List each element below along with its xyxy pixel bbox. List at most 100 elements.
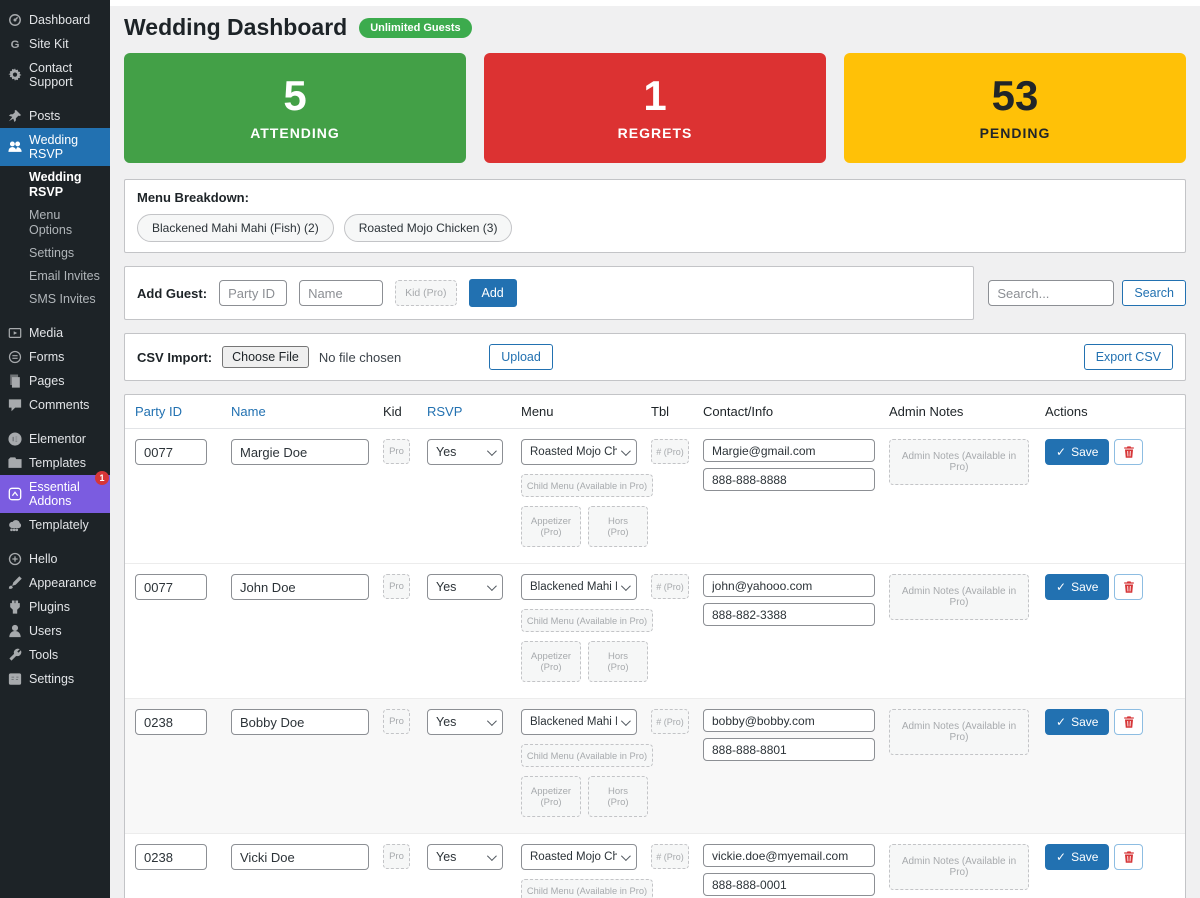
save-button[interactable]: ✓ Save (1045, 439, 1110, 465)
page: Dashboard G Site Kit Contact Support Posts We… (0, 0, 1200, 898)
menu-value: Blackened Mahi Mahi (Fish) (530, 581, 617, 593)
header-party-id[interactable]: Party ID (135, 404, 231, 419)
license-badge: Unlimited Guests (359, 17, 472, 38)
row-name-input[interactable] (231, 574, 369, 600)
delete-button[interactable] (1114, 844, 1144, 870)
rsvp-select[interactable]: Yes (427, 439, 503, 465)
row-name-input[interactable] (231, 709, 369, 735)
tools-icon (7, 648, 22, 662)
row-phone-input[interactable] (703, 738, 875, 761)
sidebar-item-posts[interactable]: Posts (0, 104, 110, 128)
row-name-input[interactable] (231, 844, 369, 870)
sidebar-item-dashboard[interactable]: Dashboard (0, 8, 110, 32)
kid-pro-pill: Pro (383, 574, 410, 599)
media-icon (7, 326, 22, 340)
rsvp-select[interactable]: Yes (427, 709, 503, 735)
sidebar-subitem-wedding-rsvp[interactable]: Wedding RSVP (0, 166, 110, 204)
guest-name-input[interactable] (299, 280, 384, 306)
pages-icon (7, 374, 22, 388)
menu-pill-chicken[interactable]: Roasted Mojo Chicken (3) (343, 214, 513, 242)
delete-button[interactable] (1114, 439, 1144, 465)
save-label: Save (1071, 445, 1099, 459)
appetizer-pro-button: Appetizer (Pro) (521, 776, 581, 817)
add-guest-row: Add Guest: Kid (Pro) Add Search (124, 266, 1186, 320)
row-email-input[interactable] (703, 439, 875, 462)
sidebar-item-forms[interactable]: Forms (0, 345, 110, 369)
sidebar-item-users[interactable]: Users (0, 619, 110, 643)
party-id-input[interactable] (219, 280, 288, 306)
sidebar-item-wedding-rsvp[interactable]: Wedding RSVP (0, 128, 110, 166)
menu-select[interactable]: Blackened Mahi Mahi (Fish) (521, 574, 637, 600)
sidebar-item-label: Comments (29, 398, 90, 412)
header-kid: Kid (383, 404, 402, 419)
row-name-input[interactable] (231, 439, 369, 465)
row-party-id-input[interactable] (135, 844, 207, 870)
sidebar-item-appearance[interactable]: Appearance (0, 571, 110, 595)
top-strip (110, 0, 1200, 6)
admin-notes-pro-box: Admin Notes (Available in Pro) (889, 844, 1029, 890)
sidebar-item-templately[interactable]: Templately (0, 513, 110, 537)
admin-notes-pro-box: Admin Notes (Available in Pro) (889, 709, 1029, 755)
sidebar-item-settings[interactable]: Settings (0, 667, 110, 691)
appetizer-pro-button: Appetizer (Pro) (521, 506, 581, 547)
row-party-id-input[interactable] (135, 439, 207, 465)
row-party-id-input[interactable] (135, 709, 207, 735)
sidebar-item-site-kit[interactable]: G Site Kit (0, 32, 110, 56)
export-csv-button[interactable]: Export CSV (1083, 344, 1173, 370)
sidebar-menu: Dashboard G Site Kit Contact Support Posts We… (0, 0, 110, 898)
templately-icon (7, 518, 22, 532)
sidebar-item-comments[interactable]: Comments (0, 393, 110, 417)
menu-pill-mahi[interactable]: Blackened Mahi Mahi (Fish) (2) (137, 214, 334, 242)
menu-select[interactable]: Roasted Mojo Chicken (521, 844, 637, 870)
upload-button[interactable]: Upload (489, 344, 553, 370)
menu-select[interactable]: Blackened Mahi Mahi (Fish) (521, 709, 637, 735)
sidebar-subitem-email-invites[interactable]: Email Invites (0, 265, 110, 288)
rsvp-select[interactable]: Yes (427, 574, 503, 600)
sidebar-item-label: Site Kit (29, 37, 69, 51)
row-phone-input[interactable] (703, 603, 875, 626)
sidebar-item-label: Plugins (29, 600, 70, 614)
delete-button[interactable] (1114, 709, 1144, 735)
row-phone-input[interactable] (703, 873, 875, 896)
save-button[interactable]: ✓ Save (1045, 844, 1110, 870)
sidebar-subitem-settings[interactable]: Settings (0, 242, 110, 265)
sidebar-item-contact-support[interactable]: Contact Support (0, 56, 110, 94)
rsvp-value: Yes (436, 445, 457, 459)
appetizer-pro-button: Appetizer (Pro) (521, 641, 581, 682)
menu-breakdown-pills: Blackened Mahi Mahi (Fish) (2) Roasted M… (137, 214, 1173, 242)
sidebar-subitem-sms-invites[interactable]: SMS Invites (0, 288, 110, 311)
sidebar-item-templates[interactable]: Templates (0, 451, 110, 475)
sidebar-subitem-menu-options[interactable]: Menu Options (0, 204, 110, 242)
row-email-input[interactable] (703, 574, 875, 597)
save-button[interactable]: ✓ Save (1045, 709, 1110, 735)
header-admin-notes: Admin Notes (889, 404, 964, 419)
child-menu-pro-button: Child Menu (Available in Pro) (521, 474, 653, 497)
admin-notes-pro-box: Admin Notes (Available in Pro) (889, 574, 1029, 620)
row-party-id-input[interactable] (135, 574, 207, 600)
table-number-pro-pill: # (Pro) (651, 439, 689, 464)
save-button[interactable]: ✓ Save (1045, 574, 1110, 600)
choose-file-button[interactable]: Choose File (222, 346, 309, 368)
sidebar-item-hello[interactable]: Hello (0, 547, 110, 571)
add-guest-button[interactable]: Add (468, 279, 517, 307)
sidebar-item-media[interactable]: Media (0, 321, 110, 345)
sidebar-item-essential-addons[interactable]: Essential Addons 1 (0, 471, 110, 513)
kid-pro-button[interactable]: Kid (Pro) (395, 280, 457, 306)
sidebar-item-plugins[interactable]: Plugins (0, 595, 110, 619)
svg-text:G: G (10, 39, 19, 51)
sidebar-item-tools[interactable]: Tools (0, 643, 110, 667)
sidebar-item-label: Contact Support (29, 61, 73, 89)
extras-row: Appetizer (Pro) Hors (Pro) (521, 776, 651, 817)
search-button[interactable]: Search (1122, 280, 1186, 306)
row-email-input[interactable] (703, 844, 875, 867)
header-name[interactable]: Name (231, 404, 383, 419)
menu-select[interactable]: Roasted Mojo Chicken (521, 439, 637, 465)
header-rsvp[interactable]: RSVP (427, 404, 521, 419)
row-email-input[interactable] (703, 709, 875, 732)
row-phone-input[interactable] (703, 468, 875, 491)
sidebar-item-elementor[interactable]: Elementor (0, 427, 110, 451)
rsvp-select[interactable]: Yes (427, 844, 503, 870)
search-input[interactable] (988, 280, 1115, 306)
delete-button[interactable] (1114, 574, 1144, 600)
sidebar-item-pages[interactable]: Pages (0, 369, 110, 393)
